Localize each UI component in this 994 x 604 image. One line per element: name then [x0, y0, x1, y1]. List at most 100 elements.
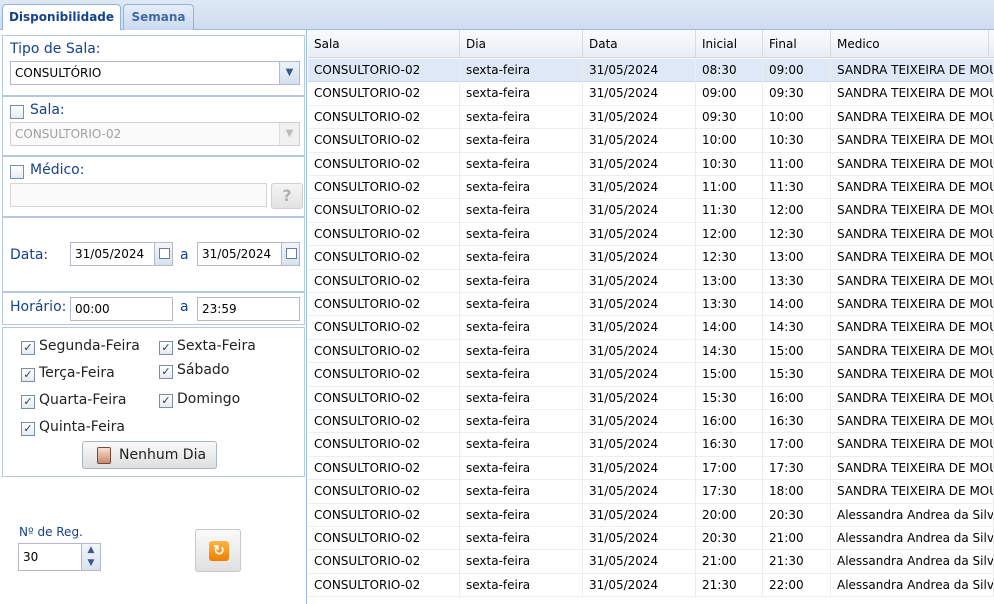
cell-medico: SANDRA TEIXEIRA DE MOUR	[831, 293, 994, 316]
table-row[interactable]: CONSULTORIO-02 sexta-feira 31/05/2024 16:30…	[308, 433, 994, 457]
cell-data: 31/05/2024	[583, 82, 696, 106]
table-row[interactable]: CONSULTORIO-02 sexta-feira 31/05/2024 17:30…	[308, 480, 994, 504]
horario-section: Horário: 00:00 a 23:59	[2, 292, 305, 325]
nreg-stepper[interactable]: ▲ ▼	[81, 543, 101, 571]
cell-sala: CONSULTORIO-02	[308, 433, 460, 457]
cell-dia: sexta-feira	[460, 386, 583, 410]
cell-inicial: 09:00	[696, 82, 763, 106]
question-icon[interactable]: ?	[271, 183, 303, 209]
domingo-checkbox[interactable]: ✓	[159, 394, 173, 408]
cell-inicial: 11:00	[696, 176, 763, 199]
cell-medico: SANDRA TEIXEIRA DE MOUR	[831, 199, 994, 223]
table-row[interactable]: CONSULTORIO-02 sexta-feira 31/05/2024 14:00…	[308, 316, 994, 340]
table-row[interactable]: CONSULTORIO-02 sexta-feira 31/05/2024 11:00…	[308, 176, 994, 200]
sexta-checkbox[interactable]: ✓	[159, 341, 173, 355]
medico-checkbox[interactable]	[10, 165, 24, 179]
cell-medico: SANDRA TEIXEIRA DE MOUR	[831, 105, 994, 129]
medico-field[interactable]	[10, 183, 267, 207]
table-row[interactable]: CONSULTORIO-02 sexta-feira 31/05/2024 14:30…	[308, 339, 994, 364]
data-section: Data: 31/05/2024 a 31/05/2024	[2, 217, 305, 292]
table-row[interactable]: CONSULTORIO-02 sexta-feira 31/05/2024 12:00…	[308, 222, 994, 247]
table-row[interactable]: CONSULTORIO-02 sexta-feira 31/05/2024 13:30…	[308, 293, 994, 317]
cell-medico: SANDRA TEIXEIRA DE MOUR	[831, 316, 994, 340]
sabado-checkbox[interactable]: ✓	[159, 365, 173, 379]
col-sala[interactable]: Sala	[308, 30, 460, 58]
table-row[interactable]: CONSULTORIO-02 sexta-feira 31/05/2024 12:30…	[308, 246, 994, 270]
cell-medico: SANDRA TEIXEIRA DE MOUR	[831, 246, 994, 270]
col-dia[interactable]: Dia	[460, 30, 583, 58]
col-medico[interactable]: Medico	[831, 30, 989, 58]
table-row[interactable]: CONSULTORIO-02 sexta-feira 31/05/2024 17:00…	[308, 456, 994, 481]
cell-medico: SANDRA TEIXEIRA DE MOUR	[831, 222, 994, 246]
nreg-field[interactable]: 30	[18, 543, 82, 571]
table-row[interactable]: CONSULTORIO-02 sexta-feira 31/05/2024 16:00…	[308, 410, 994, 434]
cell-data: 31/05/2024	[583, 550, 696, 574]
data-to-field[interactable]: 31/05/2024	[197, 242, 300, 266]
tab-semana[interactable]: Semana	[123, 4, 194, 30]
cell-data: 31/05/2024	[583, 152, 696, 176]
table-row[interactable]: CONSULTORIO-02 sexta-feira 31/05/2024 10:30…	[308, 152, 994, 176]
table-row[interactable]: CONSULTORIO-02 sexta-feira 31/05/2024 21:00…	[308, 550, 994, 574]
col-data[interactable]: Data	[583, 30, 696, 58]
col-final[interactable]: Final	[763, 30, 831, 58]
refresh-button[interactable]: ↻	[195, 529, 241, 572]
chevron-down-icon[interactable]: ▼	[82, 557, 100, 570]
cell-final: 10:00	[763, 105, 831, 129]
cell-medico: Alessandra Andrea da Silva	[831, 503, 994, 527]
quinta-label: Quinta-Feira	[39, 419, 125, 435]
table-row[interactable]: CONSULTORIO-02 sexta-feira 31/05/2024 11:30…	[308, 199, 994, 223]
calendar-icon[interactable]	[154, 243, 172, 265]
calendar-icon[interactable]	[281, 243, 299, 265]
table-row[interactable]: CONSULTORIO-02 sexta-feira 31/05/2024 13:00…	[308, 269, 994, 293]
sala-select[interactable]: CONSULTORIO-02 ▼	[10, 122, 300, 146]
cell-medico: SANDRA TEIXEIRA DE MOUR	[831, 176, 994, 199]
table-row[interactable]: CONSULTORIO-02 sexta-feira 31/05/2024 09:00…	[308, 82, 994, 106]
horario-label: Horário:	[10, 299, 67, 315]
sala-value: CONSULTORIO-02	[15, 127, 122, 141]
segunda-checkbox[interactable]: ✓	[21, 341, 35, 355]
cell-medico: SANDRA TEIXEIRA DE MOUR	[831, 433, 994, 457]
tipo-sala-select[interactable]: CONSULTÓRIO ▼	[10, 61, 300, 85]
data-from-field[interactable]: 31/05/2024	[70, 242, 173, 266]
cell-sala: CONSULTORIO-02	[308, 246, 460, 270]
cell-final: 14:00	[763, 293, 831, 316]
refresh-icon: ↻	[209, 541, 229, 561]
table-row[interactable]: CONSULTORIO-02 sexta-feira 31/05/2024 20:30…	[308, 527, 994, 551]
chevron-down-icon[interactable]: ▼	[279, 123, 299, 145]
cell-data: 31/05/2024	[583, 573, 696, 597]
cell-final: 16:00	[763, 386, 831, 410]
cell-data: 31/05/2024	[583, 105, 696, 129]
horario-from-field[interactable]: 00:00	[70, 297, 173, 321]
cell-inicial: 08:30	[696, 59, 763, 82]
cell-dia: sexta-feira	[460, 527, 583, 550]
cell-data: 31/05/2024	[583, 339, 696, 363]
table-row[interactable]: CONSULTORIO-02 sexta-feira 31/05/2024 15:00…	[308, 363, 994, 387]
terca-label: Terça-Feira	[39, 365, 115, 381]
cell-data: 31/05/2024	[583, 246, 696, 270]
terca-checkbox[interactable]: ✓	[21, 368, 35, 382]
chevron-up-icon[interactable]: ▲	[82, 544, 100, 557]
cell-dia: sexta-feira	[460, 59, 583, 82]
table-row[interactable]: CONSULTORIO-02 sexta-feira 31/05/2024 21:30…	[308, 573, 994, 598]
cell-dia: sexta-feira	[460, 105, 583, 129]
horario-to-field[interactable]: 23:59	[197, 297, 300, 321]
chevron-down-icon[interactable]: ▼	[279, 62, 299, 84]
cell-inicial: 17:30	[696, 480, 763, 504]
cell-final: 18:00	[763, 480, 831, 504]
tab-disponibilidade[interactable]: Disponibilidade	[2, 4, 121, 31]
col-inicial[interactable]: Inicial	[696, 30, 763, 58]
cell-medico: Alessandra Andrea da Silva	[831, 550, 994, 574]
table-row[interactable]: CONSULTORIO-02 sexta-feira 31/05/2024 09:30…	[308, 105, 994, 130]
domingo-label: Domingo	[177, 391, 241, 407]
quarta-checkbox[interactable]: ✓	[21, 395, 35, 409]
table-row[interactable]: CONSULTORIO-02 sexta-feira 31/05/2024 10:00…	[308, 129, 994, 153]
table-row[interactable]: CONSULTORIO-02 sexta-feira 31/05/2024 08:30…	[308, 59, 994, 83]
table-row[interactable]: CONSULTORIO-02 sexta-feira 31/05/2024 15:30…	[308, 386, 994, 410]
nenhum-dia-button[interactable]: Nenhum Dia	[82, 441, 217, 469]
table-row[interactable]: CONSULTORIO-02 sexta-feira 31/05/2024 20:00…	[308, 503, 994, 527]
cell-sala: CONSULTORIO-02	[308, 105, 460, 129]
sala-checkbox[interactable]	[10, 105, 24, 119]
cell-inicial: 14:00	[696, 316, 763, 340]
quinta-checkbox[interactable]: ✓	[21, 422, 35, 436]
nenhum-dia-label: Nenhum Dia	[119, 447, 207, 463]
